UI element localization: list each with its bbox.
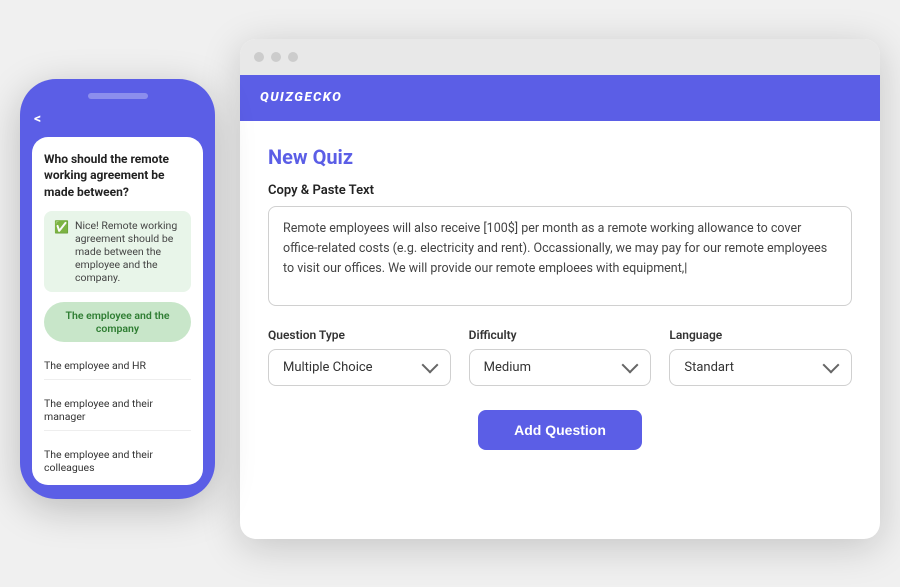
text-area-content: Remote employees will also receive [100$… (283, 221, 827, 276)
phone-question: Who should the remote working agreement … (44, 151, 191, 201)
correct-text: Nice! Remote working agreement should be… (75, 219, 181, 284)
back-button[interactable]: < (32, 111, 203, 127)
browser-dot-1 (254, 52, 264, 62)
correct-answer-feedback: ✅ Nice! Remote working agreement should … (44, 211, 191, 292)
answer-option-2[interactable]: The employee and their manager (44, 390, 191, 431)
difficulty-value: Medium (484, 360, 531, 375)
difficulty-group: Difficulty Medium (469, 328, 652, 386)
browser-content: New Quiz Copy & Paste Text Remote employ… (240, 121, 880, 474)
scene: QUIZGECKO New Quiz Copy & Paste Text Rem… (20, 19, 880, 569)
language-select[interactable]: Standart (669, 349, 852, 386)
page-title: New Quiz (268, 145, 852, 169)
cursor (684, 261, 687, 276)
chevron-down-icon (622, 357, 639, 374)
browser-dot-2 (271, 52, 281, 62)
difficulty-select[interactable]: Medium (469, 349, 652, 386)
question-type-label: Question Type (268, 328, 451, 342)
browser-titlebar (240, 39, 880, 75)
browser-window: QUIZGECKO New Quiz Copy & Paste Text Rem… (240, 39, 880, 539)
section-label: Copy & Paste Text (268, 183, 852, 198)
question-type-group: Question Type Multiple Choice (268, 328, 451, 386)
chevron-down-icon (823, 357, 840, 374)
add-question-button[interactable]: Add Question (478, 410, 642, 450)
question-type-value: Multiple Choice (283, 360, 373, 375)
phone-content: Who should the remote working agreement … (32, 137, 203, 485)
language-label: Language (669, 328, 852, 342)
browser-header: QUIZGECKO (240, 75, 880, 121)
phone-notch (88, 93, 148, 99)
question-type-select[interactable]: Multiple Choice (268, 349, 451, 386)
answer-option-3[interactable]: The employee and their colleagues (44, 441, 191, 481)
selected-answer[interactable]: The employee and the company (44, 302, 191, 342)
form-row: Question Type Multiple Choice Difficulty… (268, 328, 852, 386)
mobile-phone: < Who should the remote working agreemen… (20, 79, 215, 499)
answer-option-1[interactable]: The employee and HR (44, 352, 191, 380)
chevron-down-icon (421, 357, 438, 374)
check-icon: ✅ (54, 220, 69, 234)
language-group: Language Standart (669, 328, 852, 386)
text-area-box[interactable]: Remote employees will also receive [100$… (268, 206, 852, 306)
browser-dot-3 (288, 52, 298, 62)
language-value: Standart (684, 360, 734, 375)
quizgecko-logo: QUIZGECKO (260, 90, 342, 105)
difficulty-label: Difficulty (469, 328, 652, 342)
